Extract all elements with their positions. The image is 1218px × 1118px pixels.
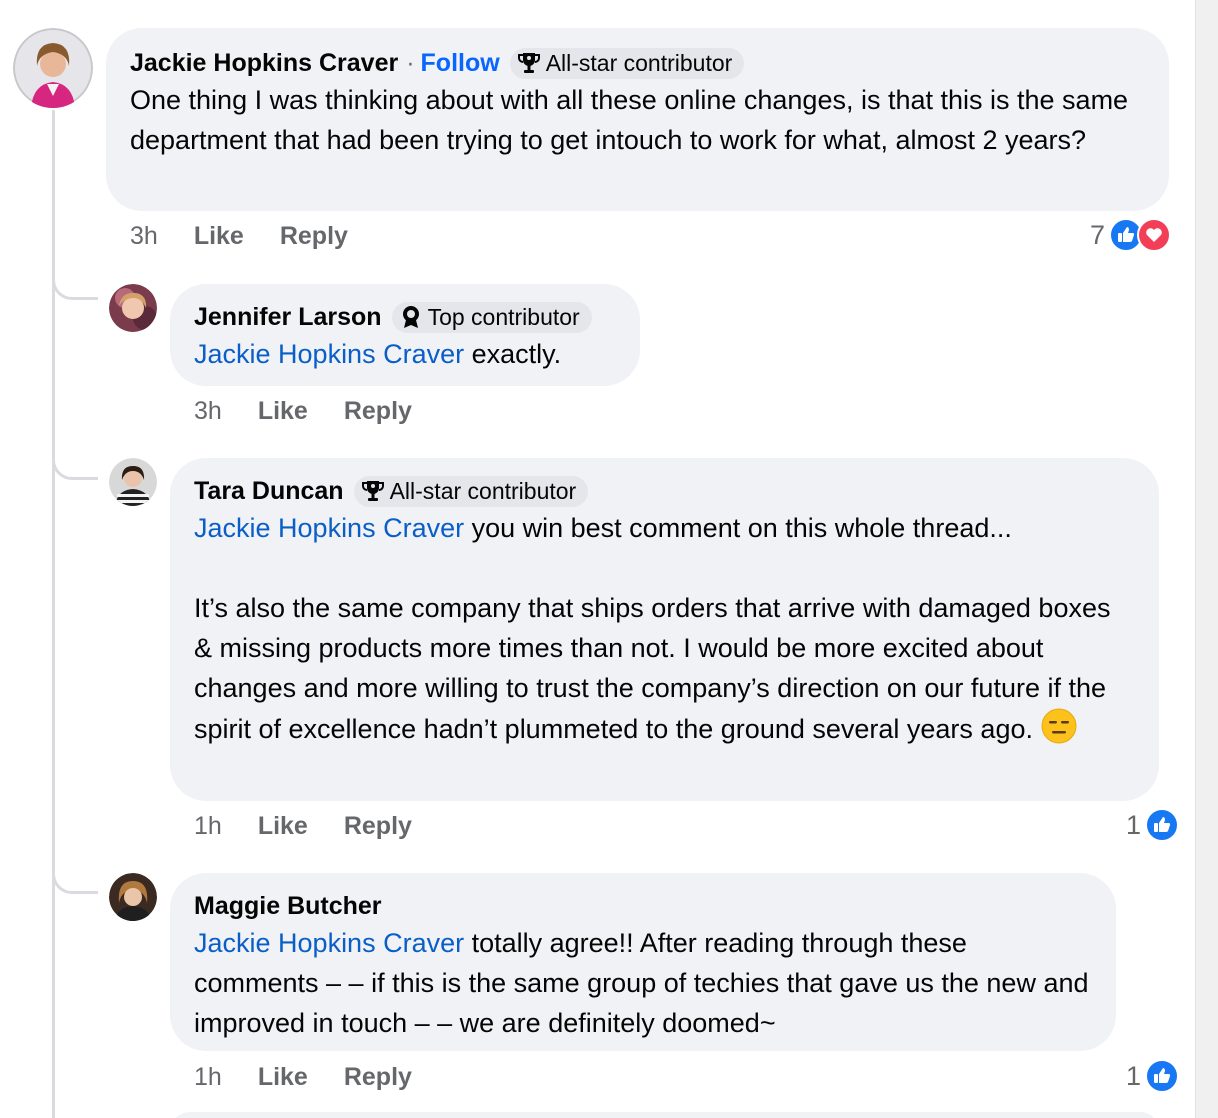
badge-label: Top contributor [427,303,580,330]
comment-text: One thing I was thinking about with all … [130,85,1129,155]
avatar-image [109,458,157,506]
trophy-icon [361,481,384,501]
reaction-summary[interactable]: 7 [1090,218,1172,252]
avatar-maggie-butcher[interactable] [109,873,157,921]
avatar-image [109,873,157,921]
reply-button[interactable]: Reply [344,1063,412,1092]
comment-text: Jackie Hopkins Craver totally agree!! Af… [194,923,1092,1043]
comment-actions: 1h Like Reply [194,812,412,841]
thread-branch [52,448,98,480]
thread-branch [52,862,98,894]
reply-button[interactable]: Reply [280,222,348,251]
like-icon [1145,1059,1180,1093]
comment-body: exactly. [464,339,562,369]
comment-bubble: Jennifer Larson Top contributor Jackie H… [170,284,640,386]
badge-label: All-star contributor [545,49,733,76]
expressionless-face-emoji [1041,708,1077,744]
like-button[interactable]: Like [258,812,308,841]
badge-icon [402,306,419,328]
comment-header: Jennifer Larson Top contributor [194,300,616,334]
comment-bubble: Tara Duncan All-star contributor Jackie … [170,458,1159,801]
like-icon [1145,808,1180,842]
avatar-tara-duncan[interactable] [109,458,157,506]
avatar-jennifer-larson[interactable] [109,284,157,332]
all-star-contributor-badge[interactable]: All-star contributor [353,475,589,507]
separator-dot: · [406,48,415,77]
reaction-count: 7 [1090,219,1106,250]
author-name[interactable]: Jennifer Larson [194,303,382,332]
thread-branch [52,268,98,300]
timestamp[interactable]: 3h [130,222,158,251]
comment-header: Maggie Butcher [194,889,1092,923]
comment-text: Jackie Hopkins Craver you win best comme… [194,508,1135,749]
comment-actions: 1h Like Reply [194,1063,412,1092]
author-name[interactable]: Tara Duncan [194,477,344,506]
comment-paragraph: It’s also the same company that ships or… [194,588,1135,749]
avatar-image [13,28,93,108]
reaction-count: 1 [1126,1060,1142,1091]
comment-text: Jackie Hopkins Craver exactly. [194,334,616,374]
comment-actions: 3h Like Reply [130,222,348,251]
comment-bubble: Maggie Butcher Jackie Hopkins Craver tot… [170,873,1116,1051]
badge-label: All-star contributor [389,477,577,504]
reaction-summary[interactable]: 1 [1126,1059,1180,1093]
next-comment-bubble [170,1112,1160,1118]
author-name[interactable]: Jackie Hopkins Craver [130,49,398,78]
mention-link[interactable]: Jackie Hopkins Craver [194,928,464,958]
like-button[interactable]: Like [194,222,244,251]
avatar-jackie-hopkins-craver[interactable] [13,28,93,108]
timestamp[interactable]: 3h [194,397,222,426]
love-icon [1137,218,1172,252]
author-name[interactable]: Maggie Butcher [194,892,382,921]
avatar-image [109,284,157,332]
comment-actions: 3h Like Reply [194,397,412,426]
timestamp[interactable]: 1h [194,1063,222,1092]
comment-body: It’s also the same company that ships or… [194,593,1111,744]
comment-thread: Jackie Hopkins Craver · Follow All-star … [0,0,1218,1118]
reaction-count: 1 [1126,809,1142,840]
like-button[interactable]: Like [258,1063,308,1092]
trophy-icon [517,53,540,73]
timestamp[interactable]: 1h [194,812,222,841]
comment-body: you win best comment on this whole threa… [464,513,1012,543]
reply-button[interactable]: Reply [344,397,412,426]
mention-link[interactable]: Jackie Hopkins Craver [194,513,464,543]
like-button[interactable]: Like [258,397,308,426]
comment-header: Tara Duncan All-star contributor [194,474,1135,508]
top-contributor-badge[interactable]: Top contributor [391,301,592,333]
follow-button[interactable]: Follow [421,49,500,78]
scrollbar[interactable] [1195,0,1218,1118]
comment-first-line: Jackie Hopkins Craver you win best comme… [194,508,1135,548]
reply-button[interactable]: Reply [344,812,412,841]
comment-header: Jackie Hopkins Craver · Follow All-star … [130,46,1145,80]
thread-line [52,110,55,1118]
comment-bubble: Jackie Hopkins Craver · Follow All-star … [106,28,1169,211]
mention-link[interactable]: Jackie Hopkins Craver [194,339,464,369]
reaction-summary[interactable]: 1 [1126,808,1180,842]
all-star-contributor-badge[interactable]: All-star contributor [509,47,745,79]
